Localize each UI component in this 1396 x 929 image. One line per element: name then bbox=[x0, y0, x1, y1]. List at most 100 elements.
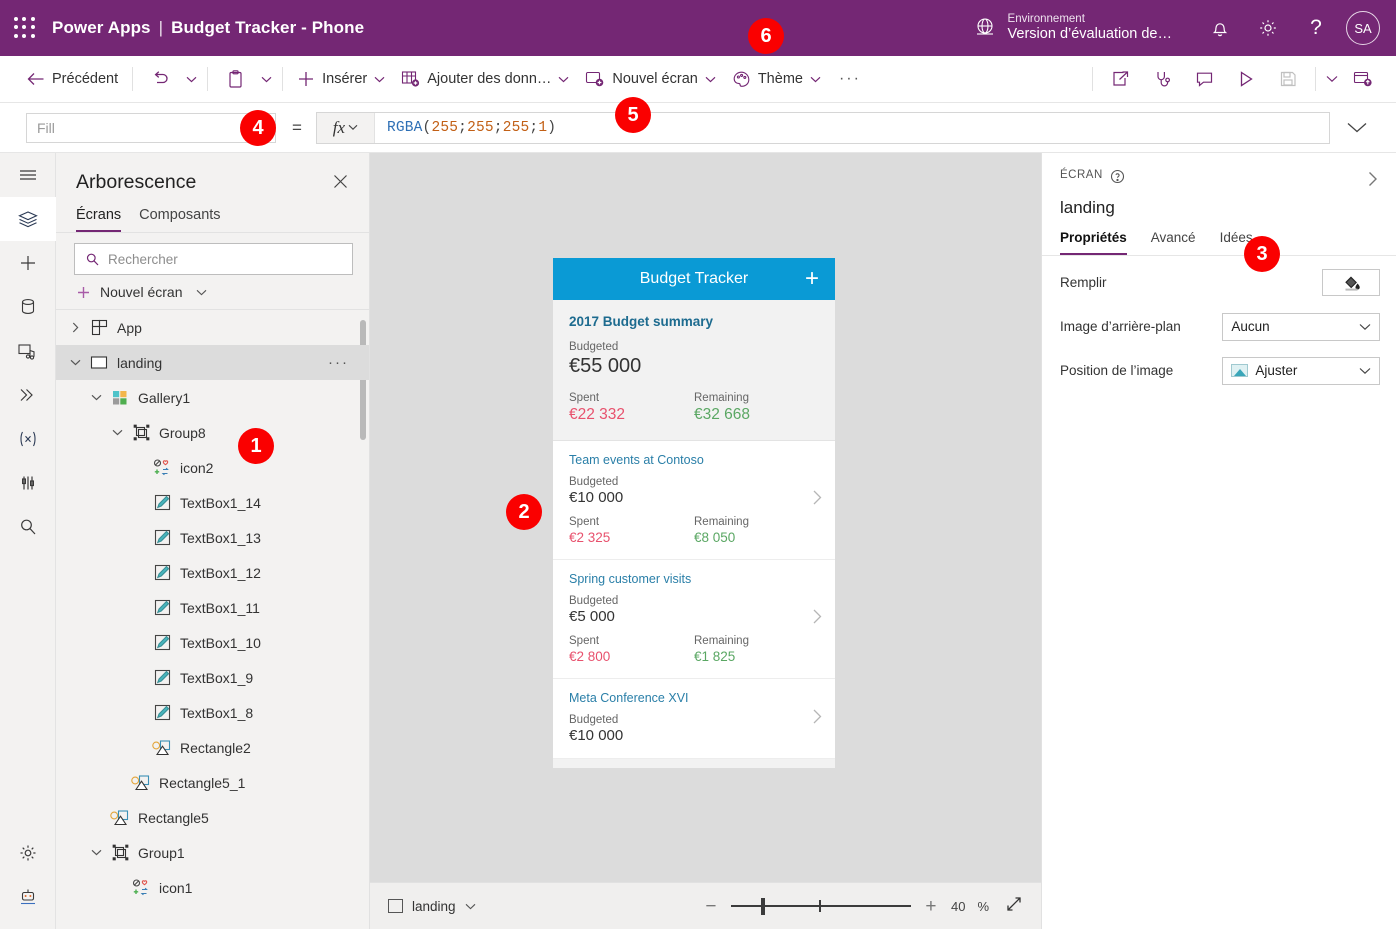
environment-selector[interactable]: Environnement Version d’évaluation de… bbox=[972, 13, 1172, 44]
copilot-robot-icon[interactable] bbox=[0, 875, 56, 919]
tree-item-icon2[interactable]: icon2 bbox=[56, 450, 369, 485]
data-icon[interactable] bbox=[0, 285, 56, 329]
expand-chevron-icon[interactable] bbox=[85, 394, 107, 401]
app-checker-icon[interactable] bbox=[0, 461, 56, 505]
tree-item-textbox1_12[interactable]: TextBox1_12 bbox=[56, 555, 369, 590]
tree-item-context-menu-button[interactable]: ··· bbox=[328, 354, 369, 371]
avatar[interactable]: SA bbox=[1346, 11, 1380, 45]
tree-item-icon1[interactable]: icon1 bbox=[56, 870, 369, 905]
zoom-out-button[interactable]: − bbox=[703, 897, 719, 916]
clipboard-icon[interactable] bbox=[214, 62, 256, 96]
gallery-item[interactable]: Spring customer visits Budgeted €5 000 Spen… bbox=[553, 560, 835, 679]
preview-play-icon[interactable] bbox=[1225, 62, 1267, 96]
callout-badge-1: 1 bbox=[238, 428, 274, 464]
summary-title: 2017 Budget summary bbox=[569, 314, 714, 329]
close-icon[interactable] bbox=[330, 171, 351, 197]
tree-item-gallery1[interactable]: Gallery1 bbox=[56, 380, 369, 415]
plus-icon[interactable]: + bbox=[805, 267, 819, 291]
fit-screen-icon[interactable] bbox=[1005, 895, 1023, 918]
publish-icon[interactable] bbox=[1342, 62, 1384, 96]
tree-item-landing[interactable]: landing ··· bbox=[56, 345, 369, 380]
tab-composants[interactable]: Composants bbox=[139, 207, 220, 232]
tree-item-textbox1_14[interactable]: TextBox1_14 bbox=[56, 485, 369, 520]
new-screen-tree-button[interactable]: Nouvel écran bbox=[56, 275, 369, 310]
tree-panel-title: Arborescence bbox=[76, 171, 197, 193]
notifications-icon[interactable] bbox=[1196, 0, 1244, 56]
search-icon[interactable] bbox=[0, 505, 56, 549]
gallery-item[interactable]: Meta Conference XVI Budgeted €10 000 bbox=[553, 679, 835, 759]
insert-icon[interactable] bbox=[0, 241, 56, 285]
tree-item-textbox1_10[interactable]: TextBox1_10 bbox=[56, 625, 369, 660]
tree-item-rectangle5_1[interactable]: Rectangle5_1 bbox=[56, 765, 369, 800]
hamburger-menu-icon[interactable] bbox=[0, 153, 56, 197]
settings-icon[interactable] bbox=[0, 831, 56, 875]
expand-chevron-icon[interactable] bbox=[64, 359, 86, 366]
icon-shape-icon bbox=[149, 459, 175, 476]
callout-badge-2: 2 bbox=[506, 494, 542, 530]
phone-preview[interactable]: Budget Tracker + 2017 Budget summary Bud… bbox=[553, 258, 835, 768]
help-circle-icon[interactable] bbox=[1110, 169, 1125, 189]
fx-button[interactable]: fx bbox=[316, 112, 375, 143]
search-input[interactable]: Rechercher bbox=[74, 243, 353, 275]
tree-item-label: Rectangle2 bbox=[180, 739, 251, 756]
app-canvas[interactable]: Budget Tracker + 2017 Budget summary Bud… bbox=[370, 153, 1041, 882]
publish-chevron-down-icon[interactable] bbox=[1322, 62, 1342, 96]
tree-item-group8[interactable]: Group8 bbox=[56, 415, 369, 450]
tab-avance[interactable]: Avancé bbox=[1151, 230, 1196, 255]
undo-chevron-down-icon[interactable] bbox=[181, 62, 201, 96]
tree-view-icon[interactable] bbox=[0, 197, 56, 241]
zoom-slider-knob[interactable] bbox=[760, 898, 765, 915]
screen-icon bbox=[86, 355, 112, 370]
tree-item-textbox1_11[interactable]: TextBox1_11 bbox=[56, 590, 369, 625]
expand-chevron-icon[interactable] bbox=[85, 849, 107, 856]
chevron-right-icon[interactable] bbox=[1366, 169, 1380, 194]
back-button[interactable]: Précédent bbox=[18, 62, 126, 96]
share-icon[interactable] bbox=[1099, 62, 1141, 96]
power-automate-icon[interactable] bbox=[0, 373, 56, 417]
insert-button[interactable]: Insérer bbox=[289, 62, 393, 96]
add-data-button[interactable]: Ajouter des donn… bbox=[393, 62, 577, 96]
new-screen-button[interactable]: Nouvel écran bbox=[577, 62, 723, 96]
paste-chevron-down-icon[interactable] bbox=[256, 62, 276, 96]
zoom-slider[interactable] bbox=[730, 897, 911, 915]
tree-item-rectangle4[interactable]: Rectangle4 bbox=[56, 905, 369, 910]
chevron-down-icon bbox=[1359, 319, 1371, 334]
overflow-menu-button[interactable]: ··· bbox=[829, 62, 871, 96]
tree-item-rectangle2[interactable]: Rectangle2 bbox=[56, 730, 369, 765]
expand-chevron-icon[interactable] bbox=[64, 322, 86, 333]
comment-icon[interactable] bbox=[1183, 62, 1225, 96]
chevron-right-icon[interactable] bbox=[811, 707, 823, 730]
theme-button[interactable]: Thème bbox=[724, 62, 829, 96]
background-image-select[interactable]: Aucun bbox=[1222, 312, 1380, 341]
formula-input[interactable]: RGBA(255; 255; 255; 1) bbox=[375, 113, 1329, 143]
property-selector-input[interactable]: Fill bbox=[26, 112, 276, 143]
help-icon[interactable]: ? bbox=[1292, 0, 1340, 56]
tab-ecrans[interactable]: Écrans bbox=[76, 207, 122, 232]
settings-icon[interactable] bbox=[1244, 0, 1292, 56]
tree-item-textbox1_13[interactable]: TextBox1_13 bbox=[56, 520, 369, 555]
media-icon[interactable] bbox=[0, 329, 56, 373]
tree-item-list[interactable]: App landing ··· Gallery1 Group8 icon2 TextBox1… bbox=[56, 310, 369, 910]
fill-color-picker-button[interactable] bbox=[1322, 269, 1380, 296]
screen-selector[interactable]: landing bbox=[388, 899, 476, 914]
chevron-right-icon[interactable] bbox=[811, 608, 823, 631]
expand-chevron-icon[interactable] bbox=[106, 429, 128, 436]
app-checker-icon[interactable] bbox=[1141, 62, 1183, 96]
formula-expand-chevron-down-icon[interactable] bbox=[1330, 121, 1384, 134]
tree-item-app[interactable]: App bbox=[56, 310, 369, 345]
undo-icon[interactable] bbox=[139, 62, 181, 96]
tab-proprietes[interactable]: Propriétés bbox=[1060, 230, 1127, 255]
item-budgeted-value: €10 000 bbox=[569, 727, 624, 744]
budget-summary-card[interactable]: 2017 Budget summary Budgeted €55 000 Spe… bbox=[553, 300, 835, 441]
chevron-right-icon[interactable] bbox=[811, 489, 823, 512]
tree-item-rectangle5[interactable]: Rectangle5 bbox=[56, 800, 369, 835]
tree-item-textbox1_8[interactable]: TextBox1_8 bbox=[56, 695, 369, 730]
tree-item-group1[interactable]: Group1 bbox=[56, 835, 369, 870]
app-launcher-icon[interactable] bbox=[14, 17, 36, 39]
zoom-in-button[interactable]: + bbox=[923, 897, 939, 916]
tree-item-textbox1_9[interactable]: TextBox1_9 bbox=[56, 660, 369, 695]
budget-gallery[interactable]: Team events at Contoso Budgeted €10 000 Spe… bbox=[553, 441, 835, 759]
variables-icon[interactable] bbox=[0, 417, 56, 461]
gallery-item[interactable]: Team events at Contoso Budgeted €10 000 Spe… bbox=[553, 441, 835, 560]
image-position-select[interactable]: Ajuster bbox=[1222, 356, 1380, 385]
